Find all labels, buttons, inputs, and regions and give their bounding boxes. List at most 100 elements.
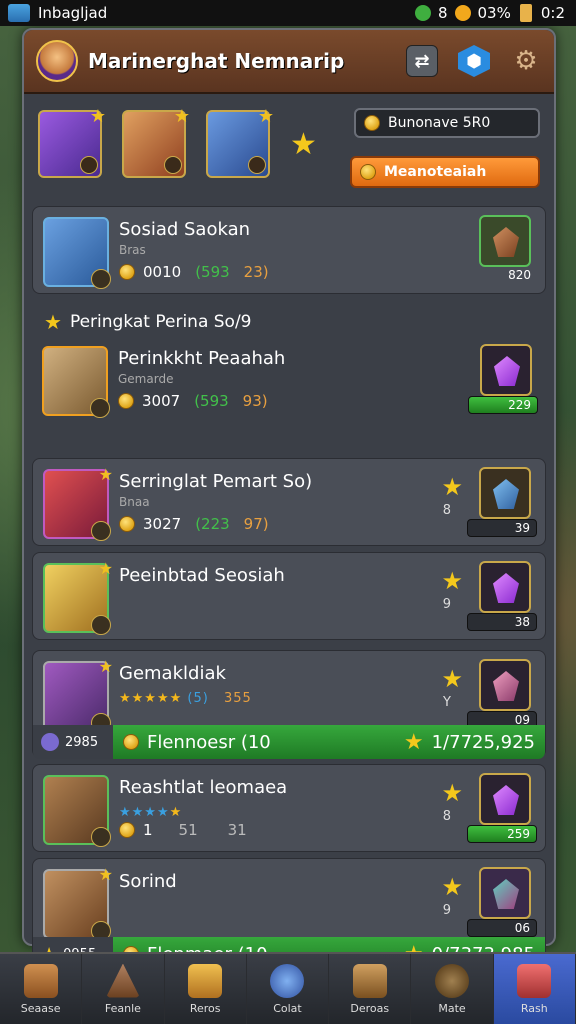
star-icon: ★ (441, 473, 463, 501)
list-item[interactable]: ★ Serringlat Pemart So) Bnaa 3027 (223 9… (32, 458, 546, 546)
nav-item-scroll[interactable]: Deroas (329, 954, 412, 1024)
reward-item[interactable] (479, 561, 531, 613)
status-time: 0:2 (540, 4, 565, 22)
hero-portrait: ★ (43, 657, 113, 733)
star-count: 9 (442, 597, 451, 612)
badge-icon (248, 156, 266, 174)
rating-star-gold: ★ (169, 805, 183, 820)
nav-item-chest[interactable]: Reros (165, 954, 247, 1024)
claim-value: 1/7725,925 (431, 731, 535, 753)
reward-item[interactable] (479, 215, 531, 267)
claim-label: Flennoesr (10 (147, 731, 271, 753)
section-title: ★ Peringkat Perina So/9 (44, 310, 252, 334)
rating-extra: (5) (187, 691, 209, 706)
resource-display: Bunonave 5R0 (354, 108, 540, 138)
nav-label: Feanle (104, 1001, 141, 1015)
app-name: Inbagljad (38, 4, 108, 22)
star-icon: ★ (403, 729, 424, 755)
claim-bar[interactable]: Flennoesr (10 ★ 1/7725,925 (113, 725, 545, 759)
hero-thumb-knight[interactable]: ★ (206, 106, 274, 178)
player-stats: 3027 (223 97) (119, 515, 269, 533)
gem-icon (493, 785, 519, 815)
item-count: 229 (468, 396, 538, 414)
badge-icon (90, 398, 110, 418)
list-item[interactable]: Reashtlat leomaea ★★★★★ 1 51 31 ★ 8 259 (32, 764, 546, 852)
nav-label: Mate (438, 1001, 466, 1015)
orange-stat: 97) (243, 515, 269, 533)
orange-stat: 31 (227, 821, 247, 839)
shield-icon: ⬢ (466, 50, 482, 72)
settings-button[interactable]: ⚙ (510, 45, 542, 77)
share-button[interactable]: ⇄ (406, 45, 438, 77)
coin-status-icon (454, 5, 471, 21)
coin-icon (119, 822, 135, 838)
coin-icon (123, 734, 139, 750)
shield-button[interactable]: ⬢ (458, 45, 490, 77)
magnifier-icon (270, 963, 305, 998)
player-stats: 3007 (593 93) (118, 392, 268, 410)
player-avatar[interactable] (36, 40, 78, 82)
star-icon: ★ (98, 657, 113, 676)
star-icon: ★ (441, 567, 463, 595)
star-count: 8 (442, 809, 451, 824)
badge-icon (91, 827, 111, 847)
player-stats: 1 51 31 (119, 821, 247, 839)
hero-portrait: ★ (43, 465, 113, 541)
star-icon: ★ (98, 465, 113, 484)
reward-item[interactable] (479, 867, 531, 919)
star-icon: ★ (441, 665, 463, 693)
map-icon (517, 963, 552, 998)
gem-icon (493, 573, 519, 603)
page-title: Marinerghat Nemnarip (88, 49, 345, 73)
action-button[interactable]: Meanoteaiah (350, 156, 540, 188)
status-percent: 03% (477, 4, 511, 22)
hero-thumb-wizard[interactable]: ★ (38, 106, 106, 178)
list-item[interactable]: ★ Gemakldiak ★★★★★ (5) 355 ★ Y 09 2985 F… (32, 650, 546, 759)
gem-small-icon (41, 733, 59, 751)
nav-label: Reros (189, 1001, 221, 1015)
star-count: 9 (442, 903, 451, 918)
hero-row: ★ ★ ★ ★ (38, 106, 317, 182)
item-count: 820 (508, 268, 531, 282)
star-icon: ★ (441, 779, 463, 807)
star-icon: ★ (441, 873, 463, 901)
green-stat: (593 (194, 392, 229, 410)
app-icon (8, 4, 30, 22)
coin-icon (119, 264, 135, 280)
player-name: Gemakldiak (119, 663, 226, 684)
hero-thumb-warrior[interactable]: ★ (122, 106, 190, 178)
orange-stat: 93) (242, 392, 268, 410)
coin-value: 0010 (143, 263, 182, 281)
nav-item-home[interactable]: Seaase (0, 954, 83, 1024)
item-count: 39 (467, 519, 537, 537)
share-icon: ⇄ (414, 50, 430, 72)
leaderboard-panel: Marinerghat Nemnarip ⇄ ⬢ ⚙ ★ ★ ★ ★ Bunon… (22, 28, 556, 971)
list-item[interactable]: Perinkkht Peaahah Gemarde 3007 (593 93) … (32, 336, 546, 424)
reward-item[interactable] (480, 344, 532, 396)
nav-item-search[interactable]: Colat (247, 954, 330, 1024)
nav-item-shield[interactable]: Mate (411, 954, 494, 1024)
badge-icon (91, 521, 111, 541)
player-name: Peeinbtad Seosiah (119, 565, 285, 586)
green-stat: (593 (195, 263, 230, 281)
action-label: Meanoteaiah (384, 164, 487, 180)
hero-portrait (43, 775, 111, 847)
bottom-nav: Seaase Feanle Reros Colat Deroas Mate Ra… (0, 952, 576, 1024)
item-count: 38 (467, 613, 537, 631)
nav-item-map[interactable]: Rash (493, 954, 576, 1024)
reward-item[interactable] (479, 659, 531, 711)
item-count: 259 (467, 825, 537, 843)
list-item[interactable]: Sosiad Saokan Bras 0010 (593 23) 820 (32, 206, 546, 294)
status-bar: Inbagljad 8 03% 0:2 (0, 0, 576, 26)
player-subtitle: Gemarde (118, 372, 174, 386)
list-item[interactable]: ★ Peeinbtad Seosiah ★ 9 38 (32, 552, 546, 640)
reward-item[interactable] (479, 467, 531, 519)
nav-item-tent[interactable]: Feanle (82, 954, 165, 1024)
tent-icon (105, 963, 140, 998)
reward-item[interactable] (479, 773, 531, 825)
star-icon: ★ (290, 126, 317, 162)
hero-portrait (42, 346, 110, 418)
gem-icon (494, 356, 520, 386)
badge-icon (91, 269, 111, 289)
player-name: Perinkkht Peaahah (118, 348, 286, 369)
